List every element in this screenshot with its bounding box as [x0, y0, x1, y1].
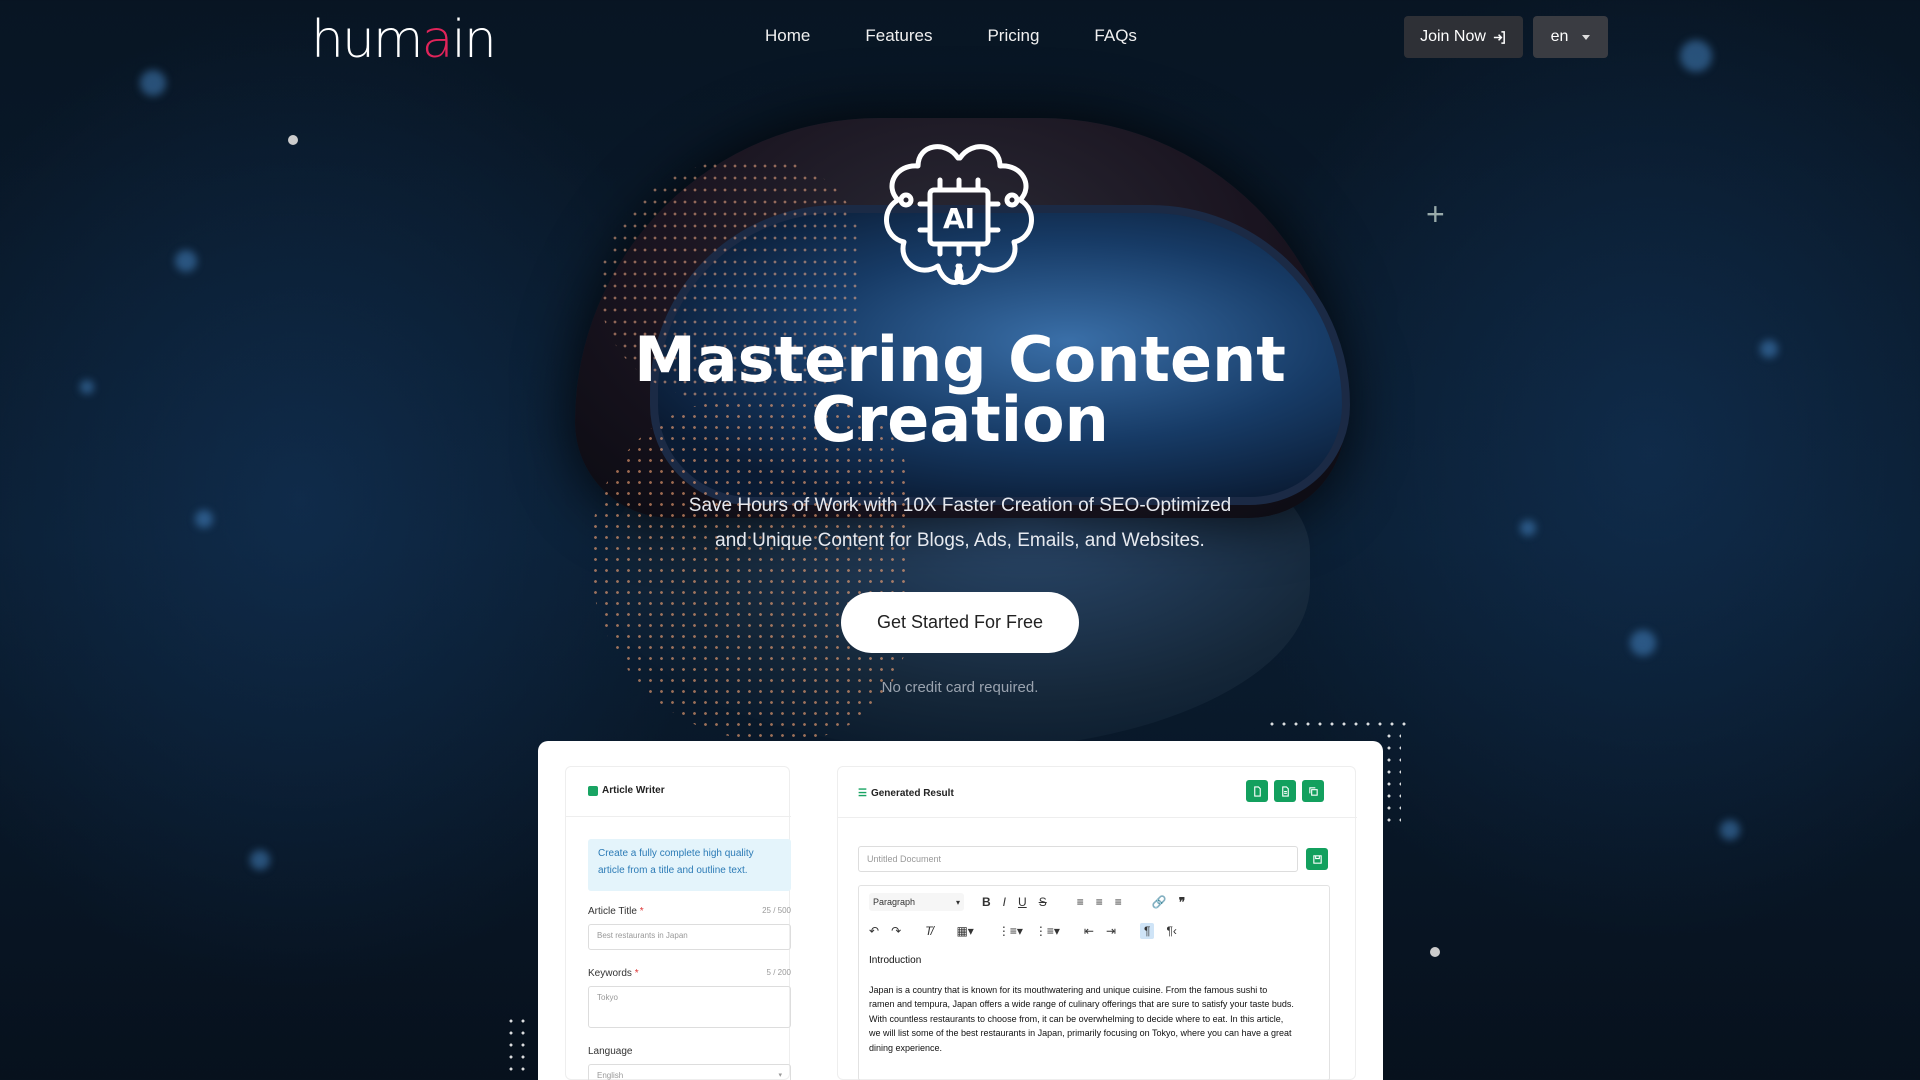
- content-line: dining experience.: [869, 1042, 943, 1053]
- generated-result-title: Generated Result: [870, 788, 954, 799]
- nav-links: Home Features Pricing FAQs: [765, 26, 1192, 46]
- save-document-button[interactable]: [1306, 848, 1328, 870]
- nav-link-pricing[interactable]: Pricing: [987, 26, 1039, 46]
- undo-icon[interactable]: ↶: [869, 924, 879, 938]
- info-line2: article from a title and outline text.: [598, 865, 748, 876]
- file-icon: [1253, 785, 1261, 797]
- dot-grid-decoration: [1383, 730, 1401, 830]
- dot-decoration: [1430, 947, 1440, 957]
- content-line: With countless restaurants to choose fro…: [869, 1013, 1284, 1024]
- app-preview-window: Article Writer Create a fully complete h…: [538, 741, 1383, 1080]
- article-title-counter: 25 / 500: [762, 906, 791, 915]
- article-writer-title: Article Writer: [602, 785, 665, 796]
- outdent-icon[interactable]: ⇤: [1084, 924, 1094, 938]
- dot-grid-decoration: [505, 1015, 527, 1077]
- keywords-label: Keywords * 5 / 200: [588, 968, 791, 979]
- chevron-down-icon: ▾: [955, 897, 960, 907]
- content-line: Japan is a country that is known for its…: [869, 984, 1268, 995]
- bullet-list-icon[interactable]: ⋮≡▾: [998, 924, 1023, 938]
- content-line: ramen and tempura, Japan offers a wide r…: [869, 999, 1294, 1010]
- language-value: English: [597, 1071, 624, 1080]
- sign-in-icon: [1493, 30, 1505, 44]
- content-heading: Introduction: [869, 955, 922, 966]
- numbered-list-icon[interactable]: ⋮≡▾: [1035, 924, 1060, 938]
- align-left-icon[interactable]: ≡: [1077, 895, 1084, 909]
- strikethrough-icon[interactable]: S: [1039, 895, 1047, 909]
- bold-icon[interactable]: B: [982, 895, 991, 909]
- plus-decoration-icon: +: [1426, 196, 1445, 232]
- article-title-input[interactable]: Best restaurants in Japan: [588, 924, 791, 950]
- align-right-icon[interactable]: ≡: [1115, 895, 1122, 909]
- file-text-icon: [1281, 785, 1289, 797]
- language-label: en: [1550, 28, 1569, 45]
- generated-result-header: ☰ Generated Result: [858, 788, 954, 799]
- keywords-textarea[interactable]: Tokyo: [588, 986, 791, 1028]
- hero-title: Mastering Content Creation: [560, 329, 1360, 451]
- keywords-counter: 5 / 200: [766, 968, 791, 977]
- edit-icon: [588, 785, 598, 796]
- info-line1: Create a fully complete high quality: [598, 848, 754, 859]
- hero-subtitle-line1: Save Hours of Work with 10X Faster Creat…: [688, 495, 1232, 516]
- indent-icon[interactable]: ⇥: [1106, 924, 1116, 938]
- result-actions: [1246, 780, 1324, 802]
- join-now-label: Join Now: [1420, 28, 1486, 45]
- chevron-down-icon: [1582, 34, 1591, 40]
- copy-button[interactable]: [1302, 780, 1324, 802]
- language-select[interactable]: en: [1533, 16, 1608, 58]
- editor-toolbar-row2: ↶ ↷ T̸ ▦▾ ⋮≡▾ ⋮≡▾ ⇤ ⇥ ¶ ¶‹: [869, 921, 1189, 941]
- hero-subtitle: Save Hours of Work with 10X Faster Creat…: [620, 488, 1300, 558]
- rtl-direction-icon[interactable]: ¶‹: [1166, 924, 1176, 938]
- nav-link-features[interactable]: Features: [865, 26, 932, 46]
- rich-text-editor[interactable]: Paragraph ▾ B I U S ≡ ≡ ≡ 🔗 ❞ ↶ ↷ T̸ ▦▾ ⋮…: [858, 885, 1330, 1080]
- block-format-select[interactable]: Paragraph ▾: [869, 893, 964, 911]
- article-writer-header: Article Writer: [588, 785, 665, 796]
- redo-icon[interactable]: ↷: [891, 924, 901, 938]
- info-box: Create a fully complete high quality art…: [588, 839, 791, 891]
- italic-icon[interactable]: I: [1003, 895, 1006, 909]
- generated-result-panel: ☰ Generated Result Untitled Document Par…: [837, 766, 1357, 1080]
- nav-link-home[interactable]: Home: [765, 26, 810, 46]
- document-title-input[interactable]: Untitled Document: [858, 846, 1298, 872]
- copy-icon: [1308, 786, 1318, 796]
- article-title-label: Article Title * 25 / 500: [588, 906, 791, 917]
- save-icon: [1312, 854, 1322, 864]
- ai-brain-icon: AI: [884, 144, 1034, 285]
- underline-icon[interactable]: U: [1018, 895, 1027, 909]
- ltr-direction-icon[interactable]: ¶: [1140, 923, 1155, 939]
- get-started-button[interactable]: Get Started For Free: [841, 592, 1079, 653]
- hero-title-line2: Creation: [811, 383, 1109, 456]
- content-line: we will list some of the best restaurant…: [869, 1028, 1292, 1039]
- top-navigation: humain Home Features Pricing FAQs Join N…: [0, 0, 1920, 75]
- align-center-icon[interactable]: ≡: [1096, 895, 1103, 909]
- editor-toolbar-row1: Paragraph ▾ B I U S ≡ ≡ ≡ 🔗 ❞: [869, 892, 1197, 912]
- join-now-button[interactable]: Join Now: [1404, 16, 1523, 58]
- ai-icon-text: AI: [943, 202, 975, 235]
- blockquote-icon[interactable]: ❞: [1179, 895, 1185, 909]
- language-select-field[interactable]: English ▾: [588, 1064, 791, 1080]
- download-doc-button[interactable]: [1246, 780, 1268, 802]
- download-pdf-button[interactable]: [1274, 780, 1296, 802]
- chevron-down-icon: ▾: [778, 1072, 782, 1079]
- no-credit-card-note: No credit card required.: [881, 679, 1039, 696]
- hero-subtitle-line2: and Unique Content for Blogs, Ads, Email…: [715, 530, 1205, 551]
- brand-logo[interactable]: humain: [311, 10, 497, 70]
- link-icon[interactable]: 🔗: [1152, 895, 1167, 909]
- article-writer-panel: Article Writer Create a fully complete h…: [565, 766, 791, 1080]
- list-icon: ☰: [858, 788, 867, 799]
- clear-format-icon[interactable]: T̸: [925, 924, 932, 938]
- dot-decoration: [288, 135, 298, 145]
- language-field-label: Language: [588, 1046, 633, 1057]
- nav-link-faqs[interactable]: FAQs: [1094, 26, 1137, 46]
- editor-content: Introduction Japan is a country that is …: [869, 954, 1324, 1056]
- table-icon[interactable]: ▦▾: [956, 924, 973, 938]
